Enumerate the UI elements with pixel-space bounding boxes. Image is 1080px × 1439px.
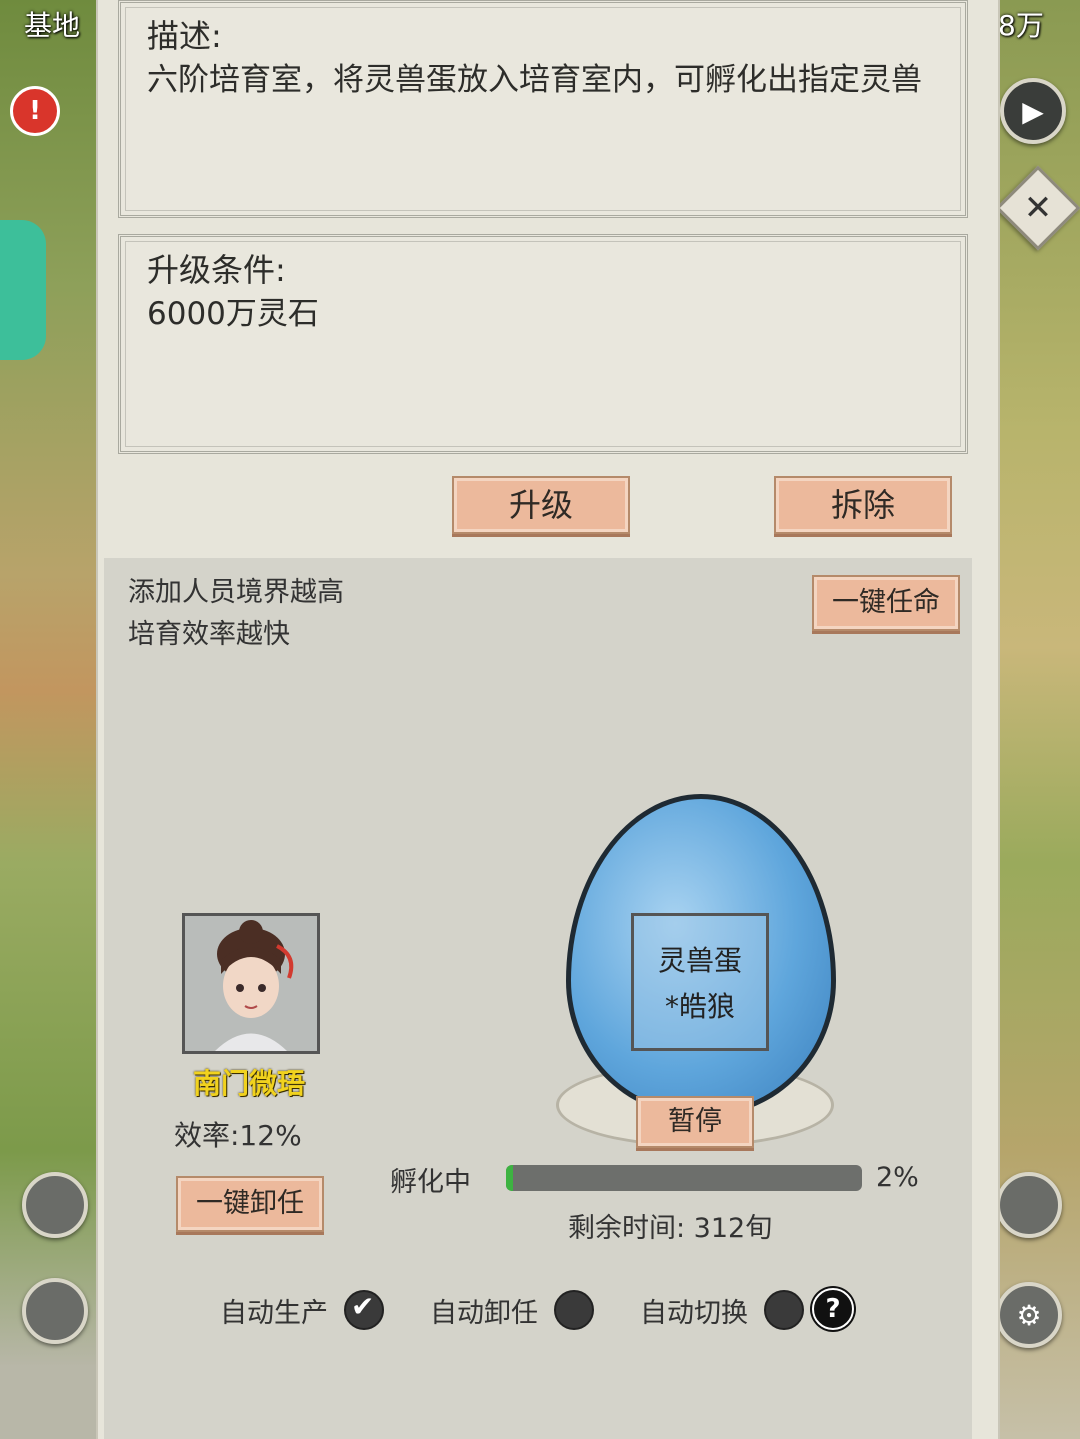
play-icon[interactable]: ▶: [1000, 78, 1066, 144]
settings-gear-icon[interactable]: ⚙: [996, 1282, 1062, 1348]
hint-line-2: 培育效率越快: [128, 619, 290, 650]
description-title: 描述:: [147, 17, 222, 55]
hatch-progress-fill: [506, 1165, 514, 1191]
hint-line-1: 添加人员境界越高: [128, 577, 344, 608]
build-icon[interactable]: [22, 1278, 88, 1344]
currency-label: 8万: [998, 9, 1044, 42]
worker-efficiency: 效率:12%: [174, 1119, 302, 1152]
incubation-section: 添加人员境界越高 培育效率越快 一键任命 南门微珸 效率:12% 一键卸任 灵兽…: [104, 558, 972, 1439]
auto-produce-label: 自动生产: [220, 1298, 328, 1329]
auto-dismiss-checkbox[interactable]: [554, 1290, 594, 1330]
hatch-progress-bar: [506, 1165, 862, 1191]
side-tab[interactable]: [0, 220, 46, 360]
base-label: 基地: [24, 9, 81, 42]
avatar: [185, 916, 317, 1051]
auto-switch-label: 自动切换: [640, 1298, 748, 1329]
pause-button[interactable]: 暂停: [636, 1096, 754, 1148]
disciple-icon[interactable]: [22, 1172, 88, 1238]
dismiss-all-button[interactable]: 一键卸任: [176, 1176, 324, 1232]
remaining-time: 剩余时间: 312旬: [568, 1213, 773, 1244]
help-icon[interactable]: ?: [812, 1288, 854, 1330]
hatch-progress-label: 2%: [876, 1162, 919, 1193]
worker-portrait[interactable]: [182, 913, 320, 1054]
auto-switch-checkbox[interactable]: [764, 1290, 804, 1330]
egg-label[interactable]: 灵兽蛋 *皓狼: [631, 913, 769, 1051]
upgrade-button[interactable]: 升级: [452, 476, 630, 534]
alert-icon[interactable]: !: [10, 86, 60, 136]
worker-name: 南门微珸: [192, 1067, 305, 1100]
appoint-all-button[interactable]: 一键任命: [812, 575, 960, 631]
description-icon[interactable]: [996, 1172, 1062, 1238]
upgrade-condition-text: 6000万灵石: [147, 296, 319, 332]
auto-dismiss-label: 自动卸任: [430, 1298, 538, 1329]
auto-produce-checkbox[interactable]: [344, 1290, 384, 1330]
hatch-status: 孵化中: [390, 1167, 471, 1198]
egg-name: 灵兽蛋: [657, 944, 742, 977]
description-text: 六阶培育室，将灵兽蛋放入培育室内，可孵化出指定灵兽: [147, 62, 922, 98]
demolish-button[interactable]: 拆除: [774, 476, 952, 534]
upgrade-condition-box: 升级条件: 6000万灵石: [118, 234, 968, 454]
egg-beast: *皓狼: [664, 990, 735, 1023]
description-box: 描述: 六阶培育室，将灵兽蛋放入培育室内，可孵化出指定灵兽: [118, 0, 968, 218]
upgrade-condition-title: 升级条件:: [147, 251, 286, 289]
